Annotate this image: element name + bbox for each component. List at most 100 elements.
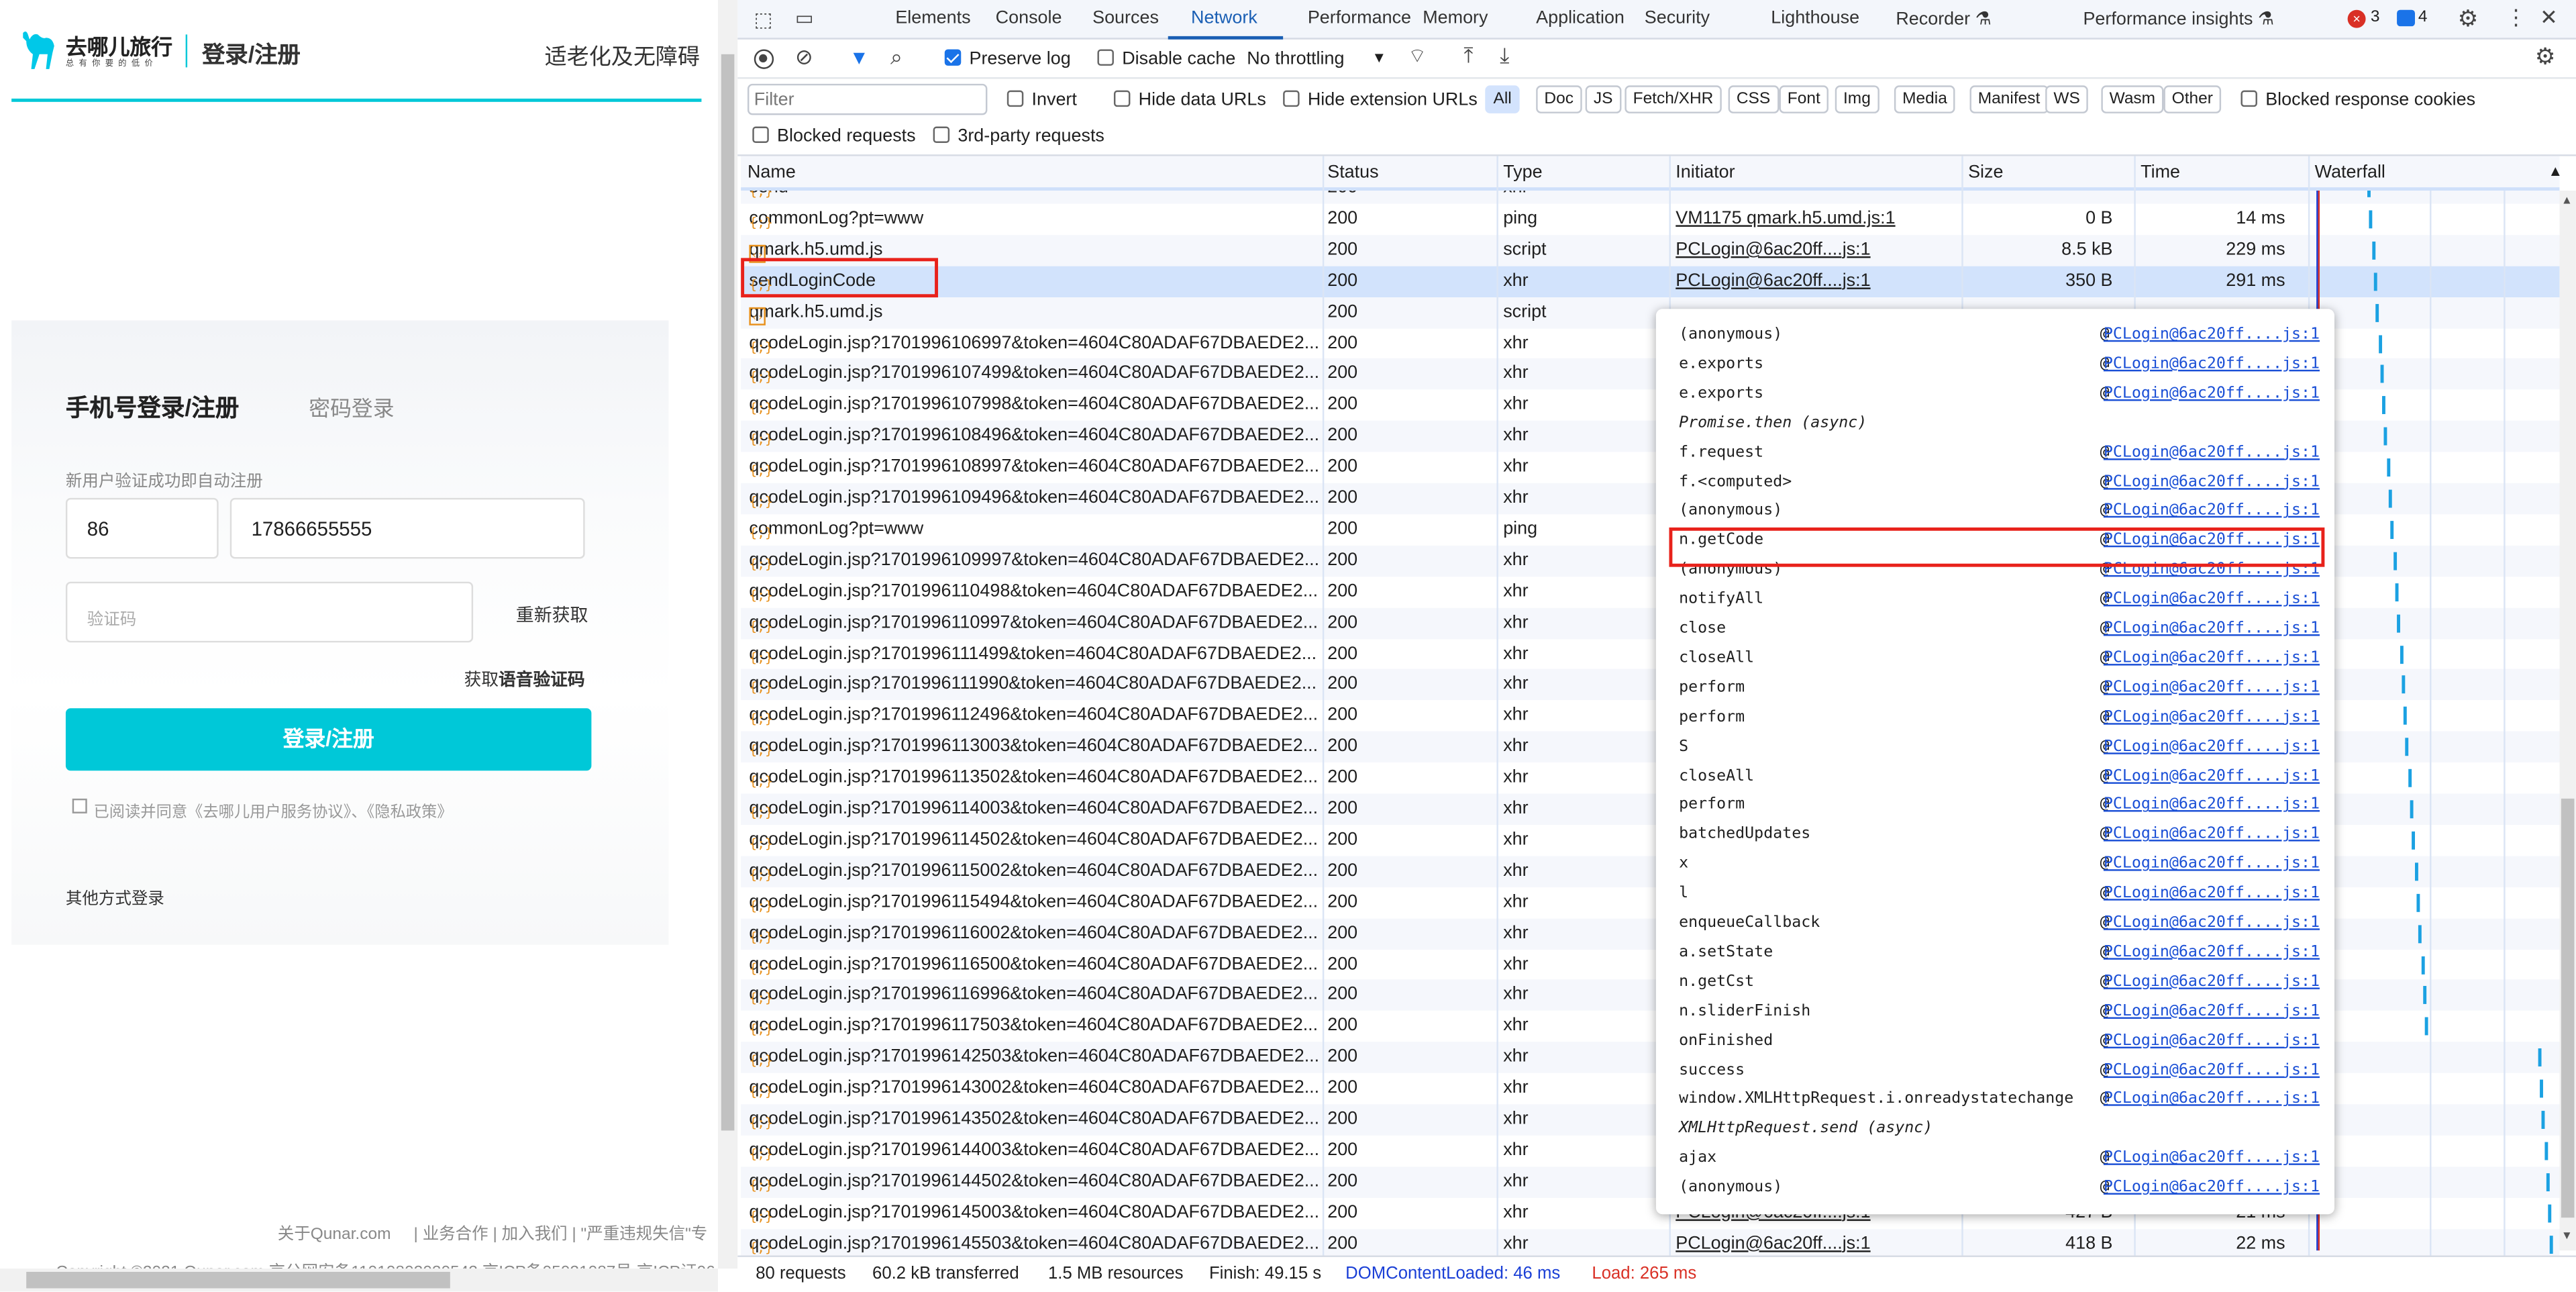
network-settings-icon[interactable]: ⚙ xyxy=(2535,43,2556,71)
resend-code-button[interactable]: 重新获取 xyxy=(516,601,588,628)
message-icon[interactable] xyxy=(2397,9,2416,27)
third-party-checkbox[interactable]: 3rd-party requests xyxy=(933,126,1104,146)
close-devtools-icon[interactable]: ✕ xyxy=(2540,5,2558,31)
checkbox[interactable] xyxy=(1283,90,1300,107)
source-link[interactable]: PCLogin@6ac20ff....js:1 xyxy=(2104,1090,2320,1108)
table-row[interactable]: {;} sendLoginCode 200 xhr PCLogin@6ac20f… xyxy=(741,265,2560,297)
tab-application[interactable]: Application xyxy=(1536,8,1625,28)
country-code-field[interactable]: 86 xyxy=(65,497,219,559)
table-row[interactable]: {;} commonLog?pt=www 200 ping VM1175 qma… xyxy=(741,203,2559,235)
source-link[interactable]: PCLogin@6ac20ff....js:1 xyxy=(2104,973,2320,991)
column-header-size[interactable]: Size xyxy=(1968,162,2003,182)
source-link[interactable]: PCLogin@6ac20ff....js:1 xyxy=(2104,590,2320,608)
table-row[interactable]: {;} qcodeLogin.jsp?1701996145503&token=4… xyxy=(741,1228,2560,1257)
hide-data-urls-checkbox[interactable]: Hide data URLs xyxy=(1113,90,1266,110)
tab-memory[interactable]: Memory xyxy=(1423,8,1488,28)
checkbox[interactable] xyxy=(752,126,769,144)
page-horizontal-scrollbar[interactable] xyxy=(0,1269,718,1292)
sort-ascending-icon[interactable]: ▲ xyxy=(2548,162,2563,179)
source-link[interactable]: PCLogin@6ac20ff....js:1 xyxy=(2104,1032,2320,1050)
checkbox[interactable] xyxy=(2240,90,2257,107)
message-count[interactable]: 4 xyxy=(2418,8,2428,26)
column-header-initiator[interactable]: Initiator xyxy=(1676,162,1735,182)
tab-elements[interactable]: Elements xyxy=(895,8,970,28)
source-link[interactable]: PCLogin@6ac20ff....js:1 xyxy=(2104,707,2320,726)
footer-link[interactable]: 关于Qunar.com xyxy=(278,1226,391,1244)
source-link[interactable]: PCLogin@6ac20ff....js:1 xyxy=(2104,649,2320,667)
filter-type-doc[interactable]: Doc xyxy=(1536,85,1582,113)
source-link[interactable]: PCLogin@6ac20ff....js:1 xyxy=(2104,473,2320,491)
throttling-select[interactable]: No throttling xyxy=(1247,49,1344,68)
initiator-link[interactable]: PCLogin@6ac20ff....js:1 xyxy=(1676,1234,1870,1253)
other-login-link[interactable]: 其他方式登录 xyxy=(66,884,164,909)
chevron-down-icon[interactable]: ▼ xyxy=(1372,49,1386,65)
login-submit-button[interactable]: 登录/注册 xyxy=(65,708,592,771)
blocked-requests-checkbox[interactable]: Blocked requests xyxy=(752,126,916,146)
column-header-type[interactable]: Type xyxy=(1503,162,1542,182)
source-link[interactable]: PCLogin@6ac20ff....js:1 xyxy=(2104,884,2320,902)
source-link[interactable]: PCLogin@6ac20ff....js:1 xyxy=(2104,384,2320,402)
source-link[interactable]: PCLogin@6ac20ff....js:1 xyxy=(2104,355,2320,373)
checkbox-checked[interactable] xyxy=(944,49,962,66)
tab-phone-login[interactable]: 手机号登录/注册 xyxy=(66,389,239,424)
source-link[interactable]: PCLogin@6ac20ff....js:1 xyxy=(2104,1002,2320,1020)
tab-password-login[interactable]: 密码登录 xyxy=(309,391,394,423)
source-link[interactable]: PCLogin@6ac20ff....js:1 xyxy=(2104,766,2320,785)
invert-checkbox[interactable]: Invert xyxy=(1007,90,1077,110)
export-har-icon[interactable]: ⤓ xyxy=(1500,43,1509,69)
source-link[interactable]: PCLogin@6ac20ff....js:1 xyxy=(2104,943,2320,961)
phone-input[interactable]: 17866655555 xyxy=(229,497,585,559)
accessibility-link[interactable]: 适老化及无障碍 xyxy=(545,38,700,70)
tab-console[interactable]: Console xyxy=(996,8,1062,28)
tab-sources[interactable]: Sources xyxy=(1092,8,1159,28)
source-link[interactable]: PCLogin@6ac20ff....js:1 xyxy=(2104,737,2320,755)
filter-type-font[interactable]: Font xyxy=(1779,85,1828,113)
search-icon[interactable]: ⌕ xyxy=(890,44,903,70)
record-icon[interactable] xyxy=(754,49,774,69)
checkbox[interactable] xyxy=(933,126,950,144)
source-link[interactable]: PCLogin@6ac20ff....js:1 xyxy=(2104,326,2320,344)
column-header-time[interactable]: Time xyxy=(2141,162,2180,182)
error-count[interactable]: 3 xyxy=(2371,8,2380,26)
network-conditions-icon[interactable]: ⌔ xyxy=(1408,44,1427,69)
voice-code-link[interactable]: 获取语音验证码 xyxy=(464,667,585,692)
initiator-link[interactable]: PCLogin@6ac20ff....js:1 xyxy=(1676,270,1870,290)
filter-input[interactable]: Filter xyxy=(747,83,988,115)
filter-type-img[interactable]: Img xyxy=(1835,85,1879,113)
initiator-link[interactable]: PCLogin@6ac20ff....js:1 xyxy=(1676,240,1870,259)
checkbox[interactable] xyxy=(1113,90,1131,107)
blocked-cookies-checkbox[interactable]: Blocked response cookies xyxy=(2240,90,2475,110)
checkbox[interactable] xyxy=(1007,90,1024,107)
code-input[interactable]: 验证码 xyxy=(65,581,474,643)
column-header-name[interactable]: Name xyxy=(748,162,796,182)
source-link[interactable]: PCLogin@6ac20ff....js:1 xyxy=(2104,1060,2320,1079)
more-options-icon[interactable]: ⋮ xyxy=(2506,5,2527,31)
table-row[interactable]: ‹› qmark.h5.umd.js 200 script PCLogin@6a… xyxy=(741,234,2560,266)
tab-network[interactable]: Network xyxy=(1191,8,1257,28)
filter-type-js[interactable]: JS xyxy=(1585,85,1621,113)
source-link[interactable]: PCLogin@6ac20ff....js:1 xyxy=(2104,619,2320,638)
device-toolbar-icon[interactable]: ▭ xyxy=(795,7,814,30)
footer-link[interactable]: 业务合作 xyxy=(423,1226,488,1244)
checkbox[interactable] xyxy=(1097,49,1114,66)
tab-performance-insights[interactable]: Performance insights ⚗ xyxy=(2083,8,2274,30)
agreement-checkbox[interactable] xyxy=(72,798,87,813)
filter-type-ws[interactable]: WS xyxy=(2045,85,2089,113)
footer-link[interactable]: "严重违规失信"专 xyxy=(581,1226,708,1244)
filter-type-manifest[interactable]: Manifest xyxy=(1969,85,2049,113)
filter-type-media[interactable]: Media xyxy=(1894,85,1956,113)
source-link[interactable]: PCLogin@6ac20ff....js:1 xyxy=(2104,913,2320,932)
source-link[interactable]: PCLogin@6ac20ff....js:1 xyxy=(2104,826,2320,844)
table-scrollbar[interactable]: ▲ ▼ xyxy=(2559,191,2576,1251)
source-link[interactable]: PCLogin@6ac20ff....js:1 xyxy=(2104,443,2320,461)
filter-funnel-icon[interactable]: ▼ xyxy=(849,46,869,69)
tab-recorder[interactable]: Recorder ⚗ xyxy=(1896,8,1991,30)
error-icon[interactable]: × xyxy=(2347,9,2366,28)
preserve-log-checkbox[interactable]: Preserve log xyxy=(944,49,1071,69)
tab-performance[interactable]: Performance xyxy=(1308,8,1411,28)
initiator-link[interactable]: VM1175 qmark.h5.umd.js:1 xyxy=(1676,209,1895,228)
filter-type-all[interactable]: All xyxy=(1485,85,1520,113)
tab-lighthouse[interactable]: Lighthouse xyxy=(1771,8,1859,28)
column-header-status[interactable]: Status xyxy=(1327,162,1378,182)
source-link[interactable]: PCLogin@6ac20ff....js:1 xyxy=(2104,796,2320,814)
